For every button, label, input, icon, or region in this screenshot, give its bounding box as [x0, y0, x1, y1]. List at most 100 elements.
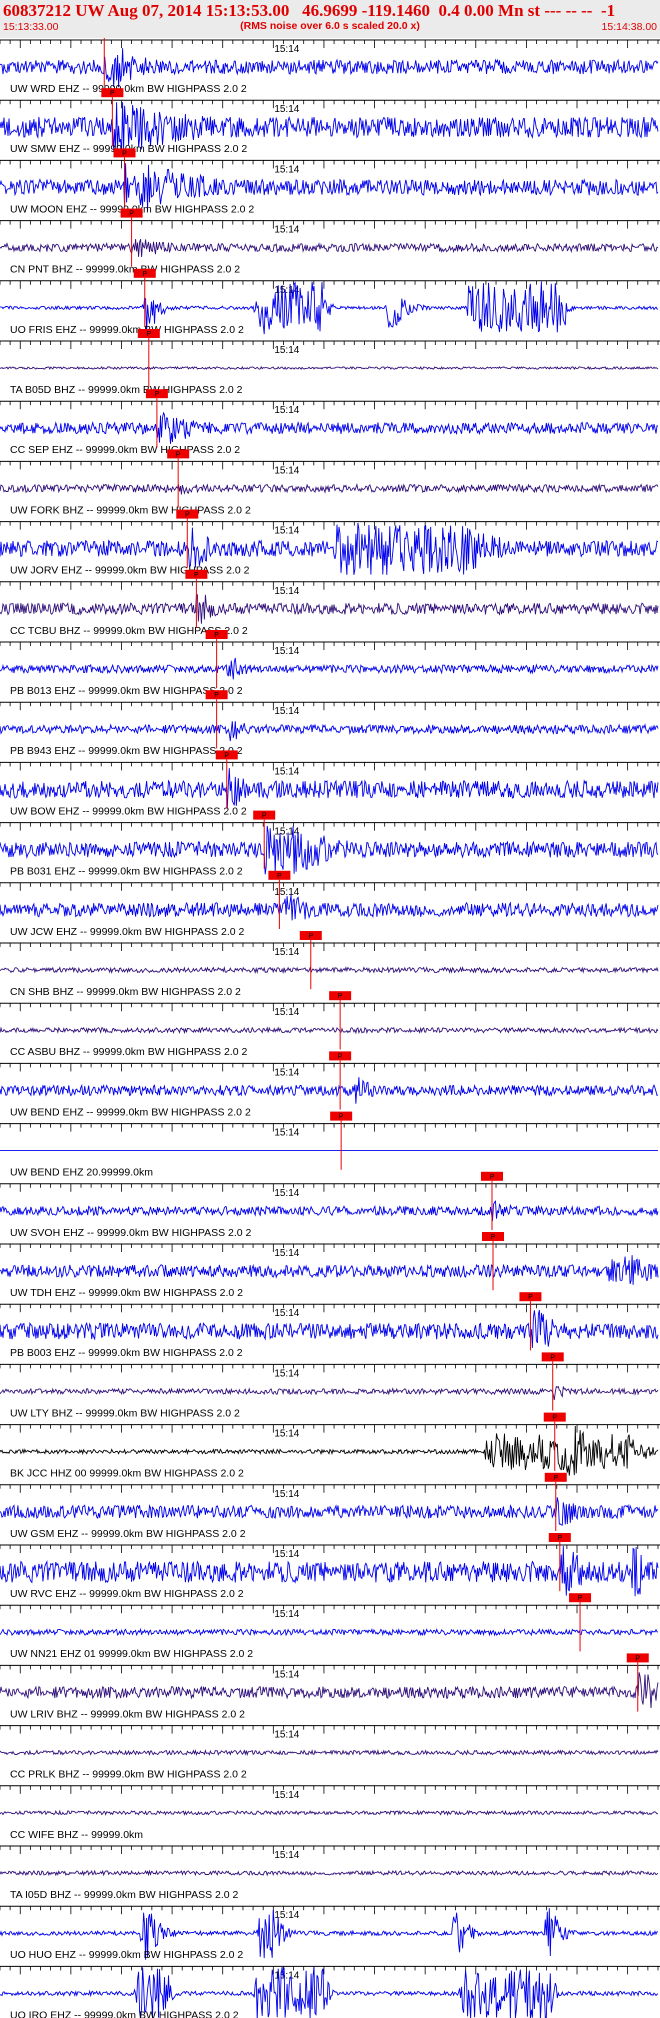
minute-tick-label: 15:14	[274, 526, 299, 537]
station-label: CN SHB BHZ -- 99999.0km BW HIGHPASS 2.0 …	[10, 986, 241, 998]
station-label: UW GSM EHZ -- 99999.0km BW HIGHPASS 2.0 …	[10, 1528, 246, 1540]
pick-label: P	[122, 150, 127, 157]
station-label: UW JCW EHZ -- 99999.0km BW HIGHPASS 2.0 …	[10, 926, 245, 938]
pick-label: P	[194, 572, 199, 579]
station-label: UW SVOH EHZ -- 99999.0km BW HIGHPASS 2.0…	[10, 1227, 252, 1239]
pick-label: P	[224, 752, 229, 759]
station-label: UW WRD EHZ -- 99999.0km BW HIGHPASS 2.0 …	[10, 83, 247, 95]
station-label: UW BOW EHZ -- 99999.0km BW HIGHPASS 2.0 …	[10, 805, 247, 817]
pick-label: P	[578, 1595, 583, 1602]
waveform-trace	[0, 1026, 659, 1035]
waveform-trace	[0, 482, 659, 495]
station-label: PB B003 EHZ -- 99999.0km BW HIGHPASS 2.0…	[10, 1347, 243, 1359]
pick-label: P	[635, 1655, 640, 1662]
station-label: UW LRIV BHZ -- 99999.0km BW HIGHPASS 2.0…	[10, 1708, 245, 1720]
station-label: UW RVC EHZ -- 99999.0km BW HIGHPASS 2.0 …	[10, 1588, 244, 1600]
minute-tick-label: 15:14	[274, 646, 299, 657]
station-label: UO HUO EHZ -- 99999.0km BW HIGHPASS 2.0 …	[10, 1949, 243, 1961]
pick-label: P	[338, 993, 343, 1000]
end-time-label: 15:14:38.00	[601, 21, 657, 33]
waveform-trace	[0, 1672, 659, 1709]
waveform-trace	[0, 965, 659, 975]
plot-header: 60837212 UW Aug 07, 2014 15:13:53.00 46.…	[0, 0, 660, 38]
station-label: PB B031 EHZ -- 99999.0km BW HIGHPASS 2.0…	[10, 866, 243, 878]
minute-tick-label: 15:14	[274, 706, 299, 717]
waveform-trace	[0, 1627, 659, 1637]
minute-tick-label: 15:14	[274, 1429, 299, 1440]
station-label: BK JCC HHZ 00 99999.0km BW HIGHPASS 2.0 …	[10, 1468, 244, 1480]
station-label: CC PRLK BHZ -- 99999.0km BW HIGHPASS 2.0…	[10, 1769, 247, 1781]
station-label: UW FORK BHZ -- 99999.0km BW HIGHPASS 2.0…	[10, 504, 251, 516]
waveform-trace	[0, 365, 659, 371]
station-label: CC WIFE BHZ -- 99999.0km	[10, 1829, 143, 1841]
minute-tick-label: 15:14	[274, 465, 299, 476]
pick-label: P	[557, 1535, 562, 1542]
waveform-trace	[0, 721, 659, 742]
station-label: UW NN21 EHZ 01 99999.0km BW HIGHPASS 2.0…	[10, 1648, 253, 1660]
waveform-trace	[0, 1749, 659, 1757]
minute-tick-label: 15:14	[274, 164, 299, 175]
minute-tick-label: 15:14	[274, 1188, 299, 1199]
minute-tick-label: 15:14	[274, 1308, 299, 1319]
pick-label: P	[142, 271, 147, 278]
station-label: UW BEND EHZ 20.99999.0km	[10, 1167, 153, 1179]
pick-label: P	[146, 331, 151, 338]
waveform-trace	[0, 894, 659, 921]
pick-label: P	[129, 211, 134, 218]
waveform-trace	[0, 411, 659, 444]
waveform-trace	[0, 1497, 659, 1526]
waveform-trace	[0, 1255, 659, 1285]
pick-label: P	[155, 391, 160, 398]
minute-tick-label: 15:14	[274, 44, 299, 55]
waveform-trace	[0, 1385, 659, 1401]
pick-label: P	[214, 692, 219, 699]
minute-tick-label: 15:14	[274, 1489, 299, 1500]
station-label: UW JORV EHZ -- 99999.0km BW HIGHPASS 2.0…	[10, 565, 250, 577]
minute-tick-label: 15:14	[274, 1248, 299, 1259]
pick-label: P	[308, 933, 313, 940]
waveform-trace	[0, 1809, 659, 1817]
seismogram-panel: 15:14 UW WRD EHZ -- 99999.0km BW HIGHPASS…	[0, 38, 660, 2018]
station-label: TA I05D BHZ -- 99999.0km BW HIGHPASS 2.0…	[10, 1889, 239, 1901]
pick-label: P	[339, 1114, 344, 1121]
pick-label: P	[176, 451, 181, 458]
waveform-trace	[0, 768, 659, 809]
pick-label: P	[490, 1174, 495, 1181]
pick-label: P	[214, 632, 219, 639]
minute-tick-label: 15:14	[274, 1067, 299, 1078]
pick-label: P	[338, 1053, 343, 1060]
pick-label: P	[553, 1475, 558, 1482]
waveform-trace	[0, 1077, 659, 1104]
minute-tick-label: 15:14	[274, 1669, 299, 1680]
minute-tick-label: 15:14	[274, 104, 299, 115]
waveform-trace	[0, 657, 659, 680]
minute-tick-label: 15:14	[274, 1128, 299, 1139]
waveform-trace	[0, 593, 659, 624]
event-title: 60837212 UW Aug 07, 2014 15:13:53.00 46.…	[3, 1, 616, 20]
pick-label: P	[110, 90, 115, 97]
minute-tick-label: 15:14	[274, 947, 299, 958]
station-label: CN PNT BHZ -- 99999.0km BW HIGHPASS 2.0 …	[10, 264, 240, 276]
waveform-trace	[0, 1869, 659, 1877]
station-label: UW TDH EHZ -- 99999.0km BW HIGHPASS 2.0 …	[10, 1287, 243, 1299]
minute-tick-label: 15:14	[274, 766, 299, 777]
minute-tick-label: 15:14	[274, 1609, 299, 1620]
pick-label: P	[552, 1415, 557, 1422]
minute-tick-label: 15:14	[274, 405, 299, 416]
pick-label: P	[262, 813, 267, 820]
minute-tick-label: 15:14	[274, 827, 299, 838]
pick-label: P	[550, 1354, 555, 1361]
station-label: UO FRIS EHZ -- 99999.0km BW HIGHPASS 2.0…	[10, 324, 244, 336]
station-label: PB B943 EHZ -- 99999.0km BW HIGHPASS 2.0…	[10, 745, 243, 757]
station-label: UW BEND EHZ -- 99999.0km BW HIGHPASS 2.0…	[10, 1106, 251, 1118]
noise-subtitle: (RMS noise over 6.0 s scaled 20.0 x)	[240, 20, 420, 32]
station-label: TA B05D BHZ -- 99999.0km BW HIGHPASS 2.0…	[10, 384, 243, 396]
waveform-trace	[0, 239, 659, 258]
minute-tick-label: 15:14	[274, 1007, 299, 1018]
pick-label: P	[277, 873, 282, 880]
pick-label: P	[185, 512, 190, 519]
pick-label: P	[491, 1234, 496, 1241]
minute-tick-label: 15:14	[274, 345, 299, 356]
waveform-trace	[0, 48, 659, 88]
station-label: CC SEP EHZ -- 99999.0km BW HIGHPASS 2.0 …	[10, 444, 240, 456]
